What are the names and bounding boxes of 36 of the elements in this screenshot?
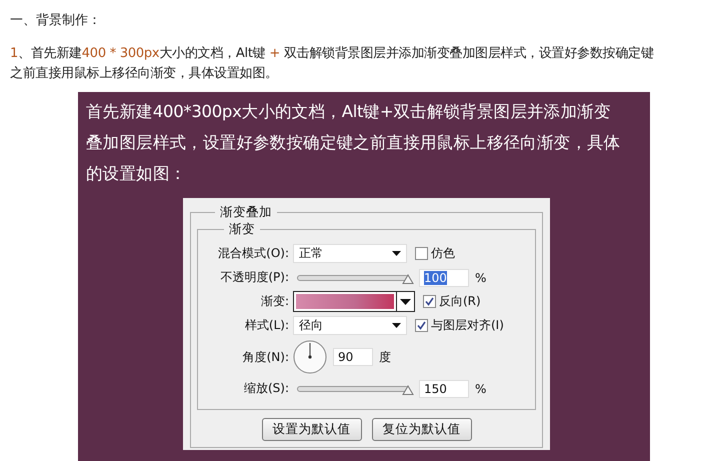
checkbox[interactable] xyxy=(423,295,436,308)
field-label: 样式(L): xyxy=(244,317,290,334)
field-label: 不透明度(P): xyxy=(219,269,290,286)
dialog-button[interactable]: 设置为默认值 xyxy=(262,418,362,441)
caret-icon xyxy=(400,298,411,304)
checkbox[interactable] xyxy=(415,319,428,332)
unit-label: 度 xyxy=(379,348,391,366)
caption-line: 的设置如图： xyxy=(86,163,188,185)
field-label: 渐变: xyxy=(260,293,290,310)
dialog-button[interactable]: 复位为默认值 xyxy=(372,418,472,441)
checkbox-label: 与图层对齐(I) xyxy=(431,317,504,334)
dropdown[interactable]: 径向 xyxy=(293,316,407,335)
subgroup-title: 渐变 xyxy=(228,221,256,238)
unit-label: % xyxy=(475,270,486,284)
group-title: 渐变叠加 xyxy=(219,204,273,221)
field-label: 混合模式(O): xyxy=(217,245,290,262)
caption-line: 首先新建400*300px大小的文档，Alt键+双击解锁背景图层并添加渐变 xyxy=(86,101,612,123)
unit-label: % xyxy=(475,382,486,396)
checkbox-label: 仿色 xyxy=(431,245,455,262)
caption-line: 叠加图层样式，设置好参数按确定键之前直接用鼠标上移径向渐变，具体 xyxy=(86,132,622,154)
value-field[interactable]: 90 xyxy=(333,348,373,366)
dropdown[interactable]: 正常 xyxy=(293,244,407,263)
field-label: 缩放(S): xyxy=(242,380,290,397)
angle-dial[interactable] xyxy=(293,340,327,374)
field-label: 角度(N): xyxy=(242,348,290,366)
checkbox-label: 反向(R) xyxy=(439,293,481,310)
value-field[interactable]: 150 xyxy=(419,380,469,398)
slider-thumb[interactable] xyxy=(402,384,414,394)
caret-icon xyxy=(392,323,401,328)
slider-thumb[interactable] xyxy=(402,274,414,284)
caret-icon xyxy=(392,251,401,256)
value-field[interactable]: 100 xyxy=(419,268,469,286)
intro-paragraph: 1、首先新建400 * 300px大小的文档，Alt键 + 双击解锁背景图层并添加渐变叠加图层样式，设置好参数按确定键 之前直接用鼠标上移径向渐变，具体设置如图。 xyxy=(10,45,655,83)
gradient-picker[interactable] xyxy=(293,291,415,312)
section-heading: 一、背景制作： xyxy=(9,12,102,30)
checkbox[interactable] xyxy=(415,247,428,260)
